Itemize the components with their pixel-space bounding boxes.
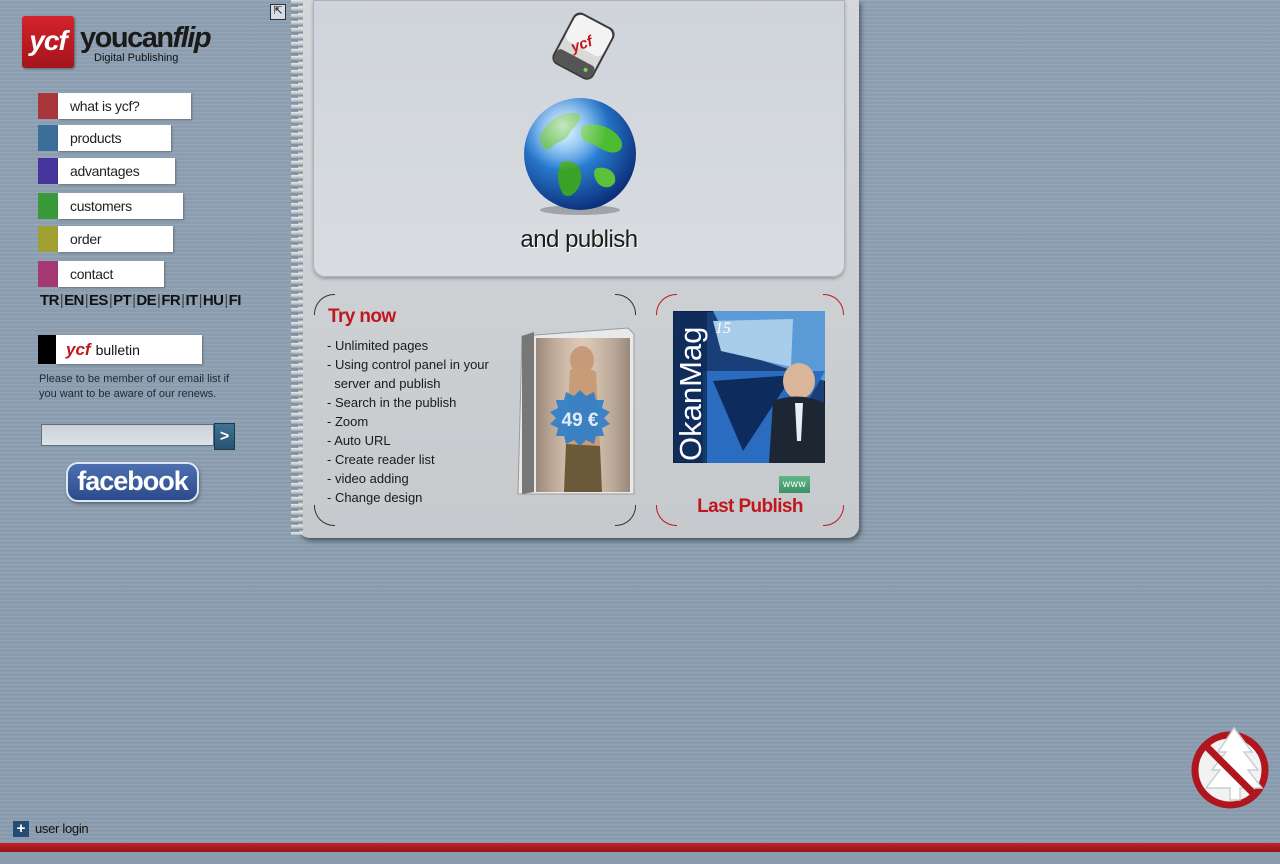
list-item: - Auto URL (327, 433, 391, 448)
notebook-spiral (291, 0, 303, 535)
nav-item-label: products (58, 125, 171, 151)
last-publish-title[interactable]: Last Publish (656, 496, 844, 518)
logo-word-flip: flip (172, 22, 212, 54)
lang-fi[interactable]: FI (229, 292, 242, 309)
lang-pt[interactable]: PT (113, 292, 132, 309)
list-item: - video adding (327, 471, 409, 486)
nav-item-label: customers (58, 193, 183, 219)
bulletin-header: ycf bulletin (38, 335, 202, 364)
nav-swatch (38, 125, 58, 151)
nav-item-products[interactable]: products (38, 125, 171, 151)
ycf-device-icon: ycf (552, 12, 615, 80)
lang-es[interactable]: ES (89, 292, 108, 309)
list-item: - Create reader list (327, 452, 435, 467)
lang-fr[interactable]: FR (161, 292, 180, 309)
logo-word-can: can (127, 22, 174, 54)
lang-de[interactable]: DE (136, 292, 156, 309)
nav-item-label: what is ycf? (58, 93, 191, 119)
nav-item-label: order (58, 226, 173, 252)
logo-word-you: you (80, 22, 129, 54)
bulletin-label: bulletin (95, 342, 140, 358)
nav-item-advantages[interactable]: advantages (38, 158, 175, 184)
logo-subtitle: Digital Publishing (94, 52, 179, 64)
price-label: 49 € (562, 410, 599, 431)
lang-hu[interactable]: HU (203, 292, 224, 309)
nav-item-label: contact (58, 261, 164, 287)
bulletin-submit-button[interactable]: > (214, 423, 235, 450)
plus-icon: + (13, 820, 29, 837)
footer-bar (0, 843, 1280, 852)
nav-item-order[interactable]: order (38, 226, 173, 252)
no-tree-icon[interactable] (1190, 726, 1270, 810)
corner-bracket (615, 505, 636, 526)
lang-it[interactable]: IT (185, 292, 198, 309)
nav-item-customers[interactable]: customers (38, 193, 183, 219)
list-item: server and publish (327, 376, 441, 391)
corner-bracket (314, 505, 335, 526)
bulletin-email-input[interactable] (41, 424, 214, 446)
expand-icon[interactable]: ⇱ (270, 4, 286, 20)
logo-wordmark: youcanflip (80, 22, 212, 55)
bulletin-label-box: ycf bulletin (56, 335, 202, 364)
feature-list: - Unlimited pages - Using control panel … (327, 336, 507, 507)
facebook-button[interactable]: facebook (66, 462, 199, 502)
corner-bracket (615, 294, 636, 315)
nav-swatch (38, 261, 58, 287)
list-item: - Using control panel in your (327, 357, 489, 372)
ycf-logo[interactable]: ycf youcanflip Digital Publishing (22, 16, 212, 72)
nav-item-what-is-ycf[interactable]: what is ycf? (38, 93, 191, 119)
ycf-logo-mark: ycf (22, 16, 74, 68)
list-item: - Change design (327, 490, 423, 505)
try-now-title[interactable]: Try now (328, 306, 396, 328)
list-item: - Zoom (327, 414, 369, 429)
bulletin-brand: ycf (66, 340, 91, 359)
corner-bracket (823, 294, 844, 315)
lang-tr[interactable]: TR (40, 292, 59, 309)
nav-swatch (38, 93, 58, 119)
price-magazine-image[interactable]: 49 € (516, 326, 636, 496)
footer-strip (0, 852, 1280, 864)
language-selector: TR|EN|ES|PT|DE|FR|IT|HU|FI (40, 292, 241, 309)
bulletin-description: Please to be member of our email list if… (39, 373, 230, 400)
hero-caption: and publish (520, 226, 638, 253)
user-login-link[interactable]: + user login (13, 820, 89, 838)
nav-swatch (38, 158, 58, 184)
list-item: - Unlimited pages (327, 338, 429, 353)
user-login-label: user login (35, 821, 89, 837)
www-badge[interactable]: www (779, 476, 810, 493)
okanmag-cover[interactable]: OkanMag 15 (673, 311, 825, 463)
magazine-issue: 15 (715, 320, 731, 337)
bulletin-swatch (38, 335, 56, 364)
magazine-title: OkanMag (673, 327, 708, 461)
nav-item-contact[interactable]: contact (38, 261, 164, 287)
lang-en[interactable]: EN (64, 292, 84, 309)
list-item: - Search in the publish (327, 395, 457, 410)
nav-swatch (38, 193, 58, 219)
nav-item-label: advantages (58, 158, 175, 184)
nav-swatch (38, 226, 58, 252)
globe-icon (524, 98, 636, 215)
